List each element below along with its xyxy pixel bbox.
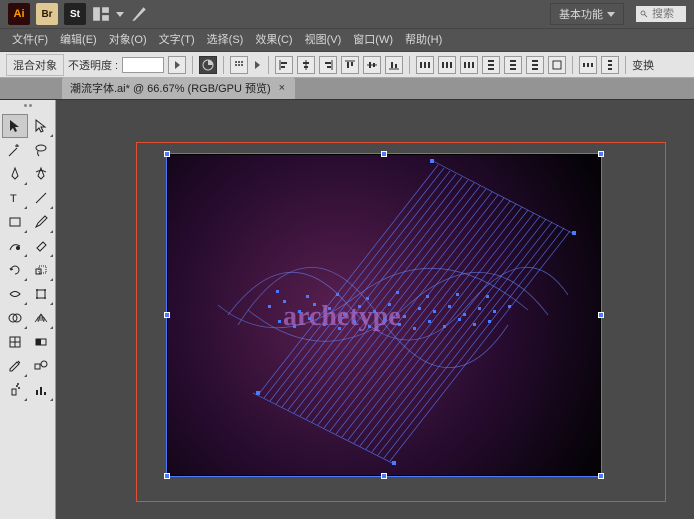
svg-text:T: T — [10, 193, 17, 205]
menu-bar: 文件(F) 编辑(E) 对象(O) 文字(T) 选择(S) 效果(C) 视图(V… — [0, 28, 694, 52]
search-input[interactable] — [652, 8, 682, 20]
align-top-button[interactable] — [341, 56, 359, 74]
paintbrush-tool[interactable] — [28, 210, 54, 234]
curvature-tool[interactable] — [28, 162, 54, 186]
separator — [192, 56, 193, 74]
mesh-tool[interactable] — [2, 330, 28, 354]
arrange-docs-icon[interactable] — [92, 5, 110, 23]
resize-handle-tr[interactable] — [598, 151, 604, 157]
tools-panel: T — [0, 100, 56, 519]
shape-builder-tool[interactable] — [2, 306, 28, 330]
stock-logo[interactable]: St — [64, 3, 86, 25]
canvas[interactable]: archetype — [56, 100, 694, 519]
menu-effect[interactable]: 效果(C) — [249, 28, 298, 52]
chevron-right-icon[interactable] — [252, 56, 262, 74]
align-to-button[interactable] — [548, 56, 566, 74]
menu-select[interactable]: 选择(S) — [201, 28, 250, 52]
resize-handle-bl[interactable] — [164, 473, 170, 479]
context-label: 混合对象 — [6, 54, 64, 76]
eyedropper-tool[interactable] — [2, 354, 28, 378]
align-hcenter-button[interactable] — [297, 56, 315, 74]
free-transform-tool[interactable] — [28, 282, 54, 306]
document-tab-title: 潮流字体.ai* @ 66.67% (RGB/GPU 预览) — [70, 80, 271, 96]
magic-wand-tool[interactable] — [2, 138, 28, 162]
distribute-hcenter-button[interactable] — [438, 56, 456, 74]
resize-handle-ml[interactable] — [164, 312, 170, 318]
blend-tool[interactable] — [28, 354, 54, 378]
pen-tool[interactable] — [2, 162, 28, 186]
chevron-right-icon — [175, 61, 180, 69]
feather-icon[interactable] — [130, 5, 148, 23]
symbol-sprayer-tool[interactable] — [2, 378, 28, 402]
lasso-tool[interactable] — [28, 138, 54, 162]
direct-selection-tool[interactable] — [28, 114, 54, 138]
transform-label: 变换 — [632, 57, 654, 73]
menu-file[interactable]: 文件(F) — [6, 28, 54, 52]
eraser-tool[interactable] — [28, 234, 54, 258]
separator — [409, 56, 410, 74]
resize-handle-tm[interactable] — [381, 151, 387, 157]
menu-help[interactable]: 帮助(H) — [399, 28, 448, 52]
close-icon[interactable]: × — [279, 82, 285, 94]
menu-object[interactable]: 对象(O) — [103, 28, 153, 52]
column-graph-tool[interactable] — [28, 378, 54, 402]
align-right-button[interactable] — [319, 56, 337, 74]
resize-handle-tl[interactable] — [164, 151, 170, 157]
type-tool[interactable]: T — [2, 186, 28, 210]
align-bottom-button[interactable] — [385, 56, 403, 74]
search-box[interactable] — [636, 6, 686, 22]
separator — [223, 56, 224, 74]
distribute-spacing-h-button[interactable] — [579, 56, 597, 74]
scale-tool[interactable] — [28, 258, 54, 282]
resize-handle-bm[interactable] — [381, 473, 387, 479]
panel-grip[interactable] — [8, 104, 48, 112]
perspective-grid-tool[interactable] — [28, 306, 54, 330]
rotate-tool[interactable] — [2, 258, 28, 282]
distribute-bottom-button[interactable] — [526, 56, 544, 74]
resize-handle-mr[interactable] — [598, 312, 604, 318]
ai-logo: Ai — [8, 3, 30, 25]
opacity-label: 不透明度 : — [68, 57, 118, 73]
align-left-button[interactable] — [275, 56, 293, 74]
bridge-logo[interactable]: Br — [36, 3, 58, 25]
selection-tool[interactable] — [2, 114, 28, 138]
menu-view[interactable]: 视图(V) — [299, 28, 348, 52]
document-tab[interactable]: 潮流字体.ai* @ 66.67% (RGB/GPU 预览) × — [62, 77, 295, 99]
opacity-input[interactable] — [122, 57, 164, 73]
separator — [625, 56, 626, 74]
search-icon — [640, 8, 648, 20]
selection-bounding-box[interactable] — [166, 153, 602, 477]
workspace-label: 基本功能 — [559, 6, 603, 22]
distribute-top-button[interactable] — [482, 56, 500, 74]
shaper-tool[interactable] — [2, 234, 28, 258]
rectangle-tool[interactable] — [2, 210, 28, 234]
width-tool[interactable] — [2, 282, 28, 306]
align-panel-button[interactable] — [230, 56, 248, 74]
resize-handle-br[interactable] — [598, 473, 604, 479]
options-bar: 混合对象 不透明度 : 变换 — [0, 52, 694, 78]
distribute-right-button[interactable] — [460, 56, 478, 74]
document-tab-bar: 潮流字体.ai* @ 66.67% (RGB/GPU 预览) × — [0, 78, 694, 100]
menu-text[interactable]: 文字(T) — [153, 28, 201, 52]
menu-edit[interactable]: 编辑(E) — [54, 28, 103, 52]
opacity-dropdown-button[interactable] — [168, 56, 186, 74]
separator — [268, 56, 269, 74]
align-vcenter-button[interactable] — [363, 56, 381, 74]
gradient-tool[interactable] — [28, 330, 54, 354]
distribute-spacing-v-button[interactable] — [601, 56, 619, 74]
chevron-down-icon[interactable] — [116, 12, 124, 17]
separator — [572, 56, 573, 74]
menu-window[interactable]: 窗口(W) — [347, 28, 399, 52]
recolor-button[interactable] — [199, 56, 217, 74]
distribute-left-button[interactable] — [416, 56, 434, 74]
workspace-switcher[interactable]: 基本功能 — [550, 3, 624, 25]
chevron-down-icon — [607, 12, 615, 17]
line-tool[interactable] — [28, 186, 54, 210]
distribute-vcenter-button[interactable] — [504, 56, 522, 74]
